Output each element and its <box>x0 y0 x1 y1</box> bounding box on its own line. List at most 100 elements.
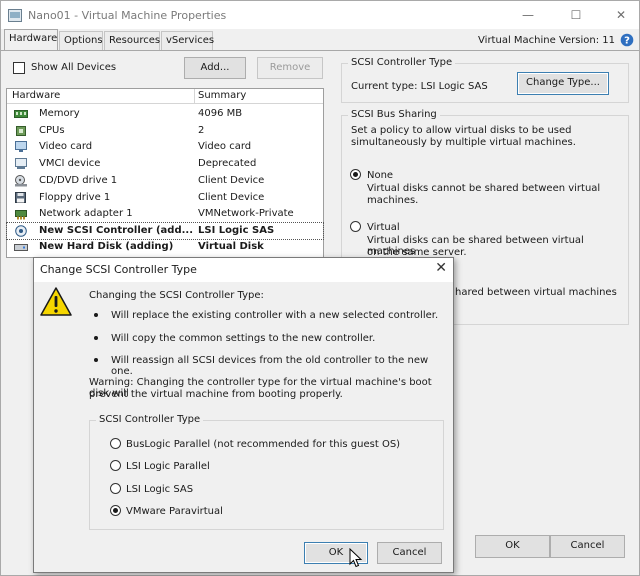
hardware-summary: Client Device <box>198 192 265 203</box>
hardware-summary: 2 <box>198 125 205 136</box>
vmware-paravirtual-radio[interactable] <box>110 505 121 516</box>
hardware-name: CPUs <box>39 125 65 136</box>
lsi-logic-sas-radio[interactable] <box>110 483 121 494</box>
change-scsi-controller-dialog: Change SCSI Controller Type ✕ Changing t… <box>33 257 454 573</box>
bus-sharing-physical-desc: hared between virtual machines <box>455 287 617 298</box>
hardware-summary: VMNetwork-Private <box>198 208 294 219</box>
vmci-icon <box>15 158 27 169</box>
bus-sharing-virtual-radio[interactable] <box>350 221 361 232</box>
hardware-row-floppy-drive[interactable]: Floppy drive 1 Client Device <box>7 190 323 206</box>
column-separator[interactable] <box>194 89 195 104</box>
bus-sharing-virtual-label: Virtual <box>367 222 400 233</box>
hardware-row-new-hard-disk[interactable]: New Hard Disk (adding) Virtual Disk <box>7 239 323 255</box>
hardware-name: VMCI device <box>39 158 101 169</box>
hardware-row-memory[interactable]: Memory 4096 MB <box>7 106 323 122</box>
hardware-row-cd-dvd-drive[interactable]: CD/DVD drive 1 Client Device <box>7 173 323 189</box>
show-all-devices-checkbox[interactable] <box>13 62 25 74</box>
cd-drive-icon <box>15 175 27 187</box>
hardware-name: Floppy drive 1 <box>39 192 111 203</box>
hardware-row-network-adapter[interactable]: Network adapter 1 VMNetwork-Private <box>7 206 323 222</box>
window-title: Nano01 - Virtual Machine Properties <box>28 9 227 22</box>
lsi-logic-sas-label: LSI Logic SAS <box>126 484 194 495</box>
dialog-bullet-text: Will copy the common settings to the new… <box>111 333 376 344</box>
lsi-logic-parallel-label: LSI Logic Parallel <box>126 461 210 472</box>
hardware-name: New Hard Disk (adding) <box>39 241 174 252</box>
change-type-button[interactable]: Change Type... <box>517 72 609 95</box>
ok-button[interactable]: OK <box>475 535 550 558</box>
column-header-summary[interactable]: Summary <box>198 90 246 101</box>
tab-hardware[interactable]: Hardware <box>4 29 58 51</box>
help-icon[interactable]: ? <box>620 33 634 47</box>
vmware-paravirtual-label: VMware Paravirtual <box>126 506 223 517</box>
monitor-icon <box>15 141 27 152</box>
svg-text:?: ? <box>624 36 630 47</box>
bus-sharing-none-desc: machines. <box>367 195 419 206</box>
close-button[interactable]: ✕ <box>603 1 639 29</box>
dialog-close-icon[interactable]: ✕ <box>435 260 447 276</box>
buslogic-parallel-label: BusLogic Parallel (not recommended for t… <box>126 439 401 450</box>
column-header-hardware[interactable]: Hardware <box>12 90 60 101</box>
hardware-row-vmci-device[interactable]: VMCI device Deprecated <box>7 156 323 172</box>
hardware-name: Video card <box>39 141 93 152</box>
title-bar: Nano01 - Virtual Machine Properties — ☐ … <box>1 1 639 29</box>
tab-panel-border <box>1 50 639 51</box>
hardware-summary: Client Device <box>198 175 265 186</box>
bus-sharing-none-radio[interactable] <box>350 169 361 180</box>
tab-vservices[interactable]: vServices <box>161 31 214 51</box>
memory-icon <box>14 110 28 118</box>
bus-sharing-description: Set a policy to allow virtual disks to b… <box>351 125 572 136</box>
dialog-bullet-text: Will replace the existing controller wit… <box>111 310 439 321</box>
group-title: SCSI Controller Type <box>96 414 204 425</box>
disk-icon <box>14 244 28 251</box>
hardware-name: CD/DVD drive 1 <box>39 175 118 186</box>
tab-strip: Hardware Options Resources vServices Vir… <box>1 29 639 51</box>
hardware-summary: Video card <box>198 141 252 152</box>
floppy-icon <box>15 192 26 203</box>
vm-version-label: Virtual Machine Version: 11 <box>478 35 615 46</box>
minimize-button[interactable]: — <box>510 1 546 29</box>
hardware-summary: Deprecated <box>198 158 257 169</box>
scsi-controller-type-group: SCSI Controller Type Current type: LSI L… <box>341 57 629 103</box>
hardware-summary: LSI Logic SAS <box>198 225 275 236</box>
remove-button[interactable]: Remove <box>257 57 323 79</box>
maximize-button[interactable]: ☐ <box>558 1 594 29</box>
hardware-list: Hardware Summary Memory 4096 MB CPUs 2 V… <box>6 88 324 258</box>
bus-sharing-none-desc: Virtual disks cannot be shared between v… <box>367 183 601 194</box>
hardware-name: Memory <box>39 108 80 119</box>
hardware-summary: Virtual Disk <box>198 241 264 252</box>
bus-sharing-none-label: None <box>367 170 394 181</box>
bus-sharing-description: simultaneously by multiple virtual machi… <box>351 137 576 148</box>
current-type-label: Current type: LSI Logic SAS <box>351 81 488 92</box>
dialog-cancel-button[interactable]: Cancel <box>377 542 442 564</box>
hardware-row-cpus[interactable]: CPUs 2 <box>7 123 323 139</box>
bullet-icon <box>94 313 98 317</box>
network-icon <box>15 210 27 220</box>
dialog-title-bar: Change SCSI Controller Type ✕ <box>34 258 453 282</box>
hardware-row-video-card[interactable]: Video card Video card <box>7 139 323 155</box>
hardware-name: Network adapter 1 <box>39 208 133 219</box>
add-button[interactable]: Add... <box>184 57 246 79</box>
controller-type-options-group: SCSI Controller Type BusLogic Parallel (… <box>89 414 444 530</box>
buslogic-parallel-radio[interactable] <box>110 438 121 449</box>
hardware-row-new-scsi-controller[interactable]: New SCSI Controller (add... LSI Logic SA… <box>6 222 324 240</box>
tab-options[interactable]: Options <box>59 31 103 51</box>
vm-app-icon <box>8 9 22 22</box>
cpu-icon <box>16 126 26 136</box>
lsi-logic-parallel-radio[interactable] <box>110 460 121 471</box>
bullet-icon <box>94 358 98 362</box>
group-title: SCSI Controller Type <box>348 57 456 68</box>
scsi-icon <box>15 225 27 237</box>
dialog-warning-text: prevent the virtual machine from booting… <box>89 389 343 400</box>
mouse-cursor-icon <box>349 548 363 568</box>
dialog-title: Change SCSI Controller Type <box>40 263 197 276</box>
warning-icon <box>40 287 72 316</box>
dialog-bullet-text: Will reassign all SCSI devices from the … <box>111 355 429 377</box>
show-all-devices-label: Show All Devices <box>31 62 117 73</box>
dialog-intro: Changing the SCSI Controller Type: <box>89 290 264 301</box>
bullet-icon <box>94 336 98 340</box>
tab-resources[interactable]: Resources <box>104 31 160 51</box>
hardware-name: New SCSI Controller (add... <box>39 225 193 236</box>
group-title: SCSI Bus Sharing <box>348 109 440 120</box>
cancel-button[interactable]: Cancel <box>550 535 625 558</box>
list-header: Hardware Summary <box>7 89 323 104</box>
